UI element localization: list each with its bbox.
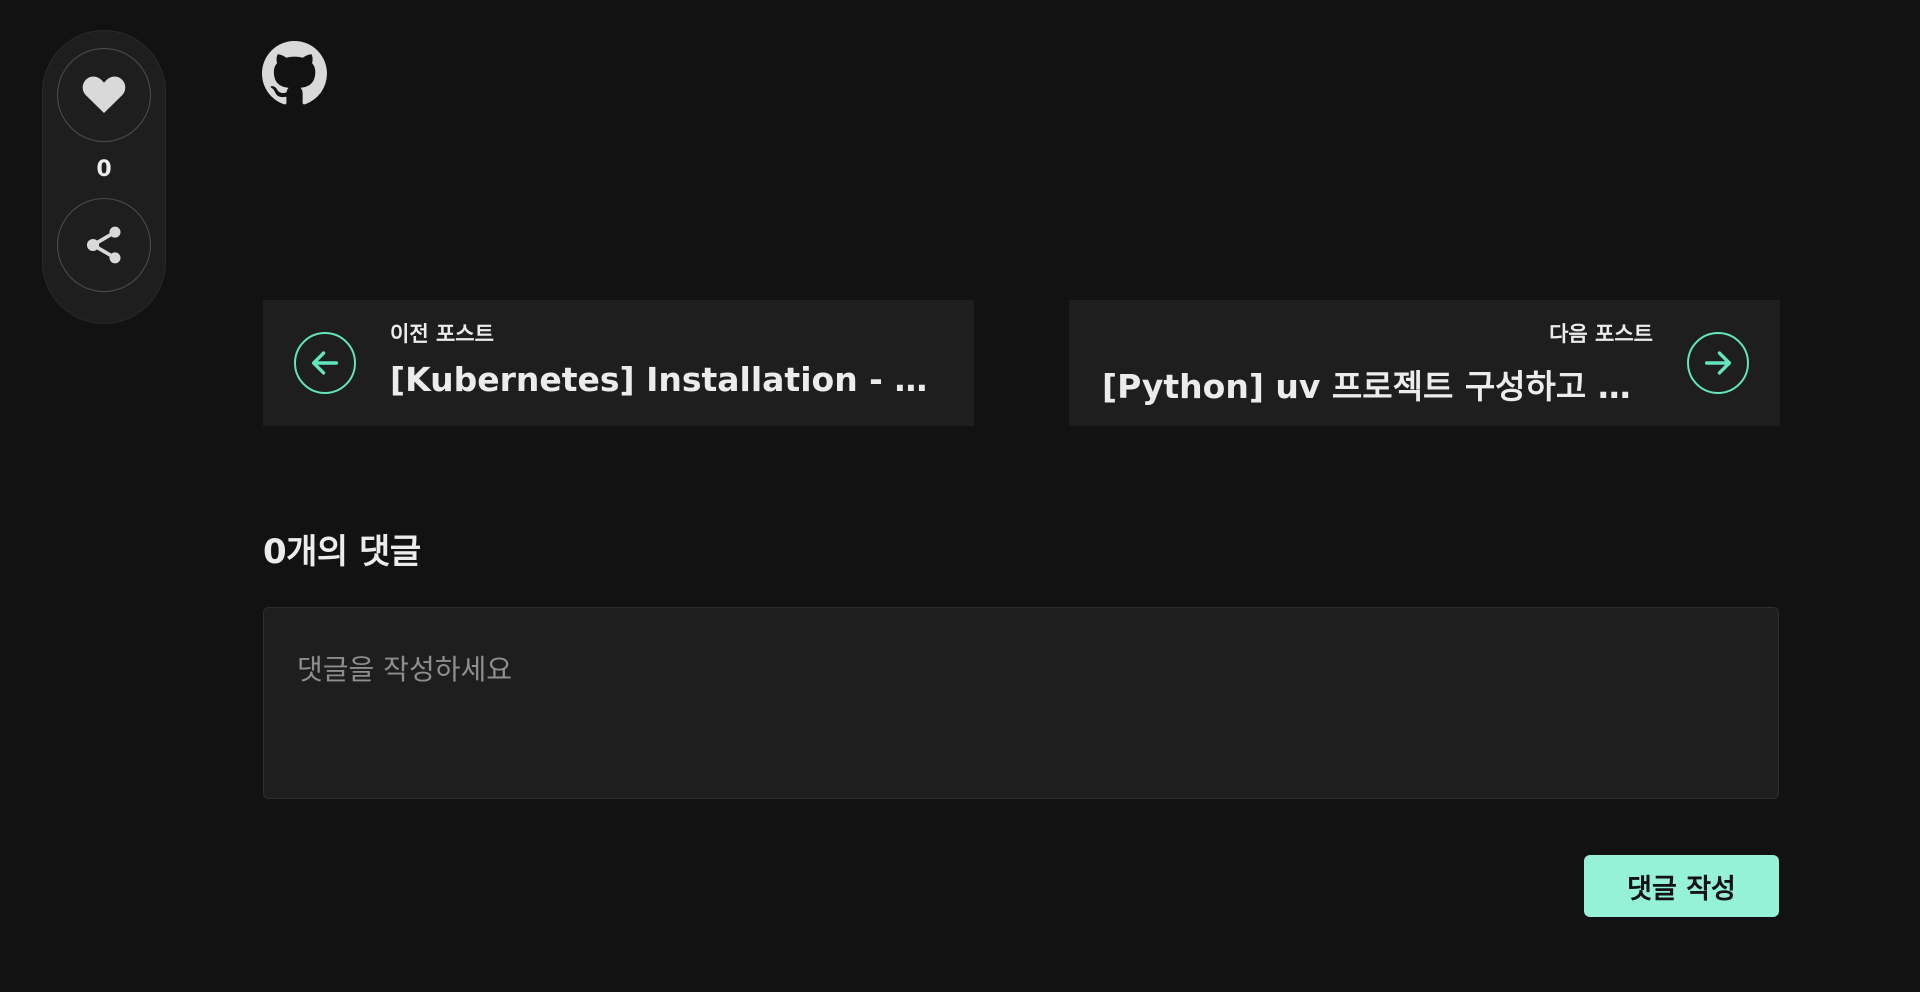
share-button[interactable] xyxy=(57,198,151,292)
comments-count-heading: 0개의 댓글 xyxy=(263,532,421,572)
previous-post-link[interactable]: 이전 포스트 [Kubernetes] Installation - Ub... xyxy=(263,300,974,426)
next-post-label: 다음 포스트 xyxy=(1549,322,1653,346)
comment-input[interactable] xyxy=(263,607,1779,799)
like-button[interactable] xyxy=(57,48,151,142)
arrow-left-icon xyxy=(311,351,339,375)
next-post-title: [Python] uv 프로젝트 구성하고 배... xyxy=(1102,367,1652,406)
post-footer-page: 0 이전 포스트 [Kubernetes] Installation - Ub.… xyxy=(0,0,1920,992)
previous-post-title: [Kubernetes] Installation - Ub... xyxy=(390,360,940,399)
arrow-right-icon xyxy=(1704,351,1732,375)
like-count: 0 xyxy=(96,157,112,182)
heart-icon xyxy=(82,76,126,113)
arrow-left-circle xyxy=(294,332,356,394)
share-icon xyxy=(86,226,121,264)
submit-comment-button[interactable]: 댓글 작성 xyxy=(1584,855,1779,917)
floating-action-panel: 0 xyxy=(42,30,166,324)
github-icon xyxy=(262,41,327,105)
arrow-right-circle xyxy=(1687,332,1749,394)
previous-post-label: 이전 포스트 xyxy=(390,322,494,346)
next-post-link[interactable]: 다음 포스트 [Python] uv 프로젝트 구성하고 배... xyxy=(1069,300,1780,426)
github-link[interactable] xyxy=(262,41,327,106)
